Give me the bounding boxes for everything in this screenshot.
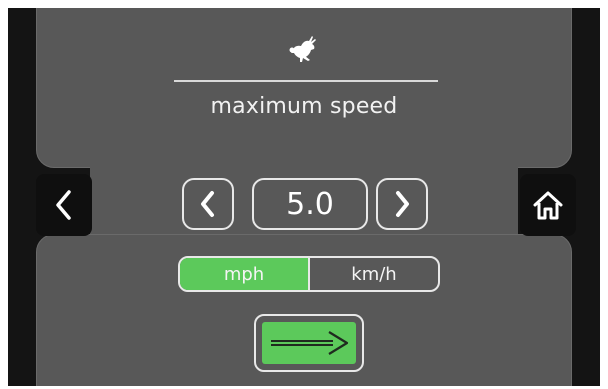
chevron-left-icon [56,190,71,220]
chevron-right-icon [396,191,409,217]
back-button[interactable] [36,174,92,236]
unit-option-mph[interactable]: mph [180,258,308,290]
home-button[interactable] [520,174,576,236]
decrease-speed-button[interactable] [182,178,234,230]
arrow-right-icon [271,331,349,355]
title-divider [174,80,438,82]
confirm-button-fill [262,322,356,364]
speed-settings-screen: maximum speed 5.0 mph km/h [8,8,600,386]
increase-speed-button[interactable] [376,178,428,230]
unit-toggle: mph km/h [178,256,440,292]
page-title: maximum speed [210,94,398,119]
chevron-left-icon [201,191,214,217]
rabbit-icon [289,36,316,62]
panel [36,8,572,168]
speed-value: 5.0 [252,178,368,230]
home-icon [533,191,563,220]
confirm-button[interactable] [254,314,364,372]
unit-option-kmh[interactable]: km/h [308,258,438,290]
